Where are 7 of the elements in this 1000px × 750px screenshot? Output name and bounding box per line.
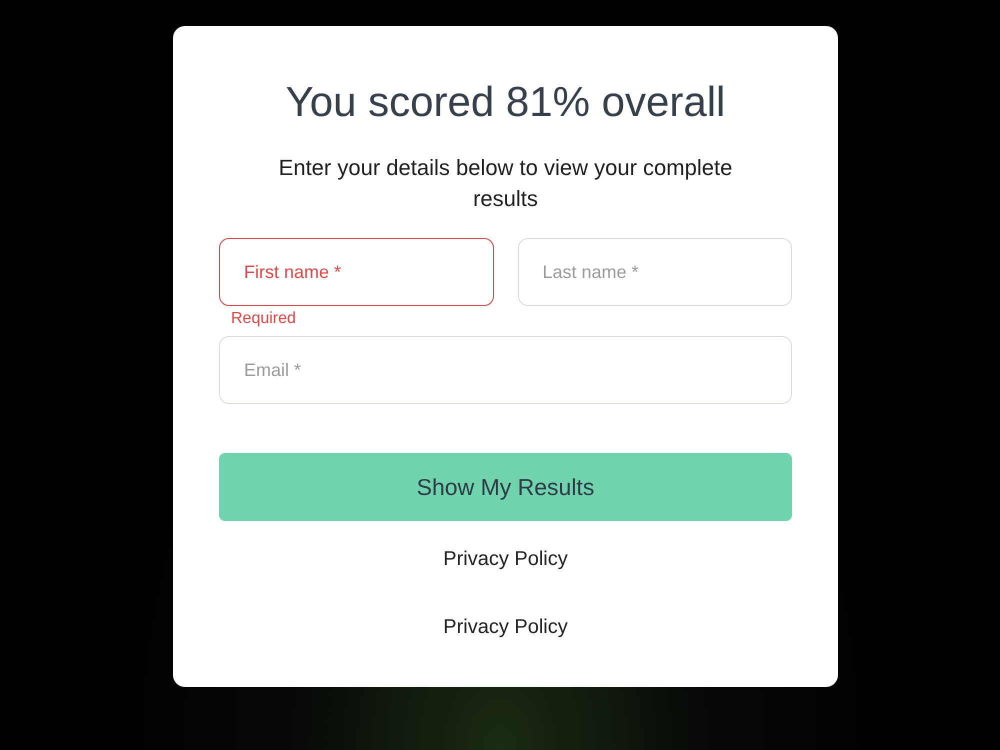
text-input-field[interactable]: First name * bbox=[219, 238, 494, 306]
privacy-policy-link[interactable]: Privacy Policy bbox=[443, 544, 568, 574]
error-message: Required bbox=[231, 310, 296, 327]
show-results-button[interactable]: Show My Results bbox=[219, 453, 792, 521]
score-title: You scored 81% overall bbox=[286, 78, 726, 126]
subtitle-text: Enter your details below to view your complete results bbox=[278, 154, 734, 213]
privacy-policy-link[interactable]: Privacy Policy bbox=[443, 612, 568, 642]
